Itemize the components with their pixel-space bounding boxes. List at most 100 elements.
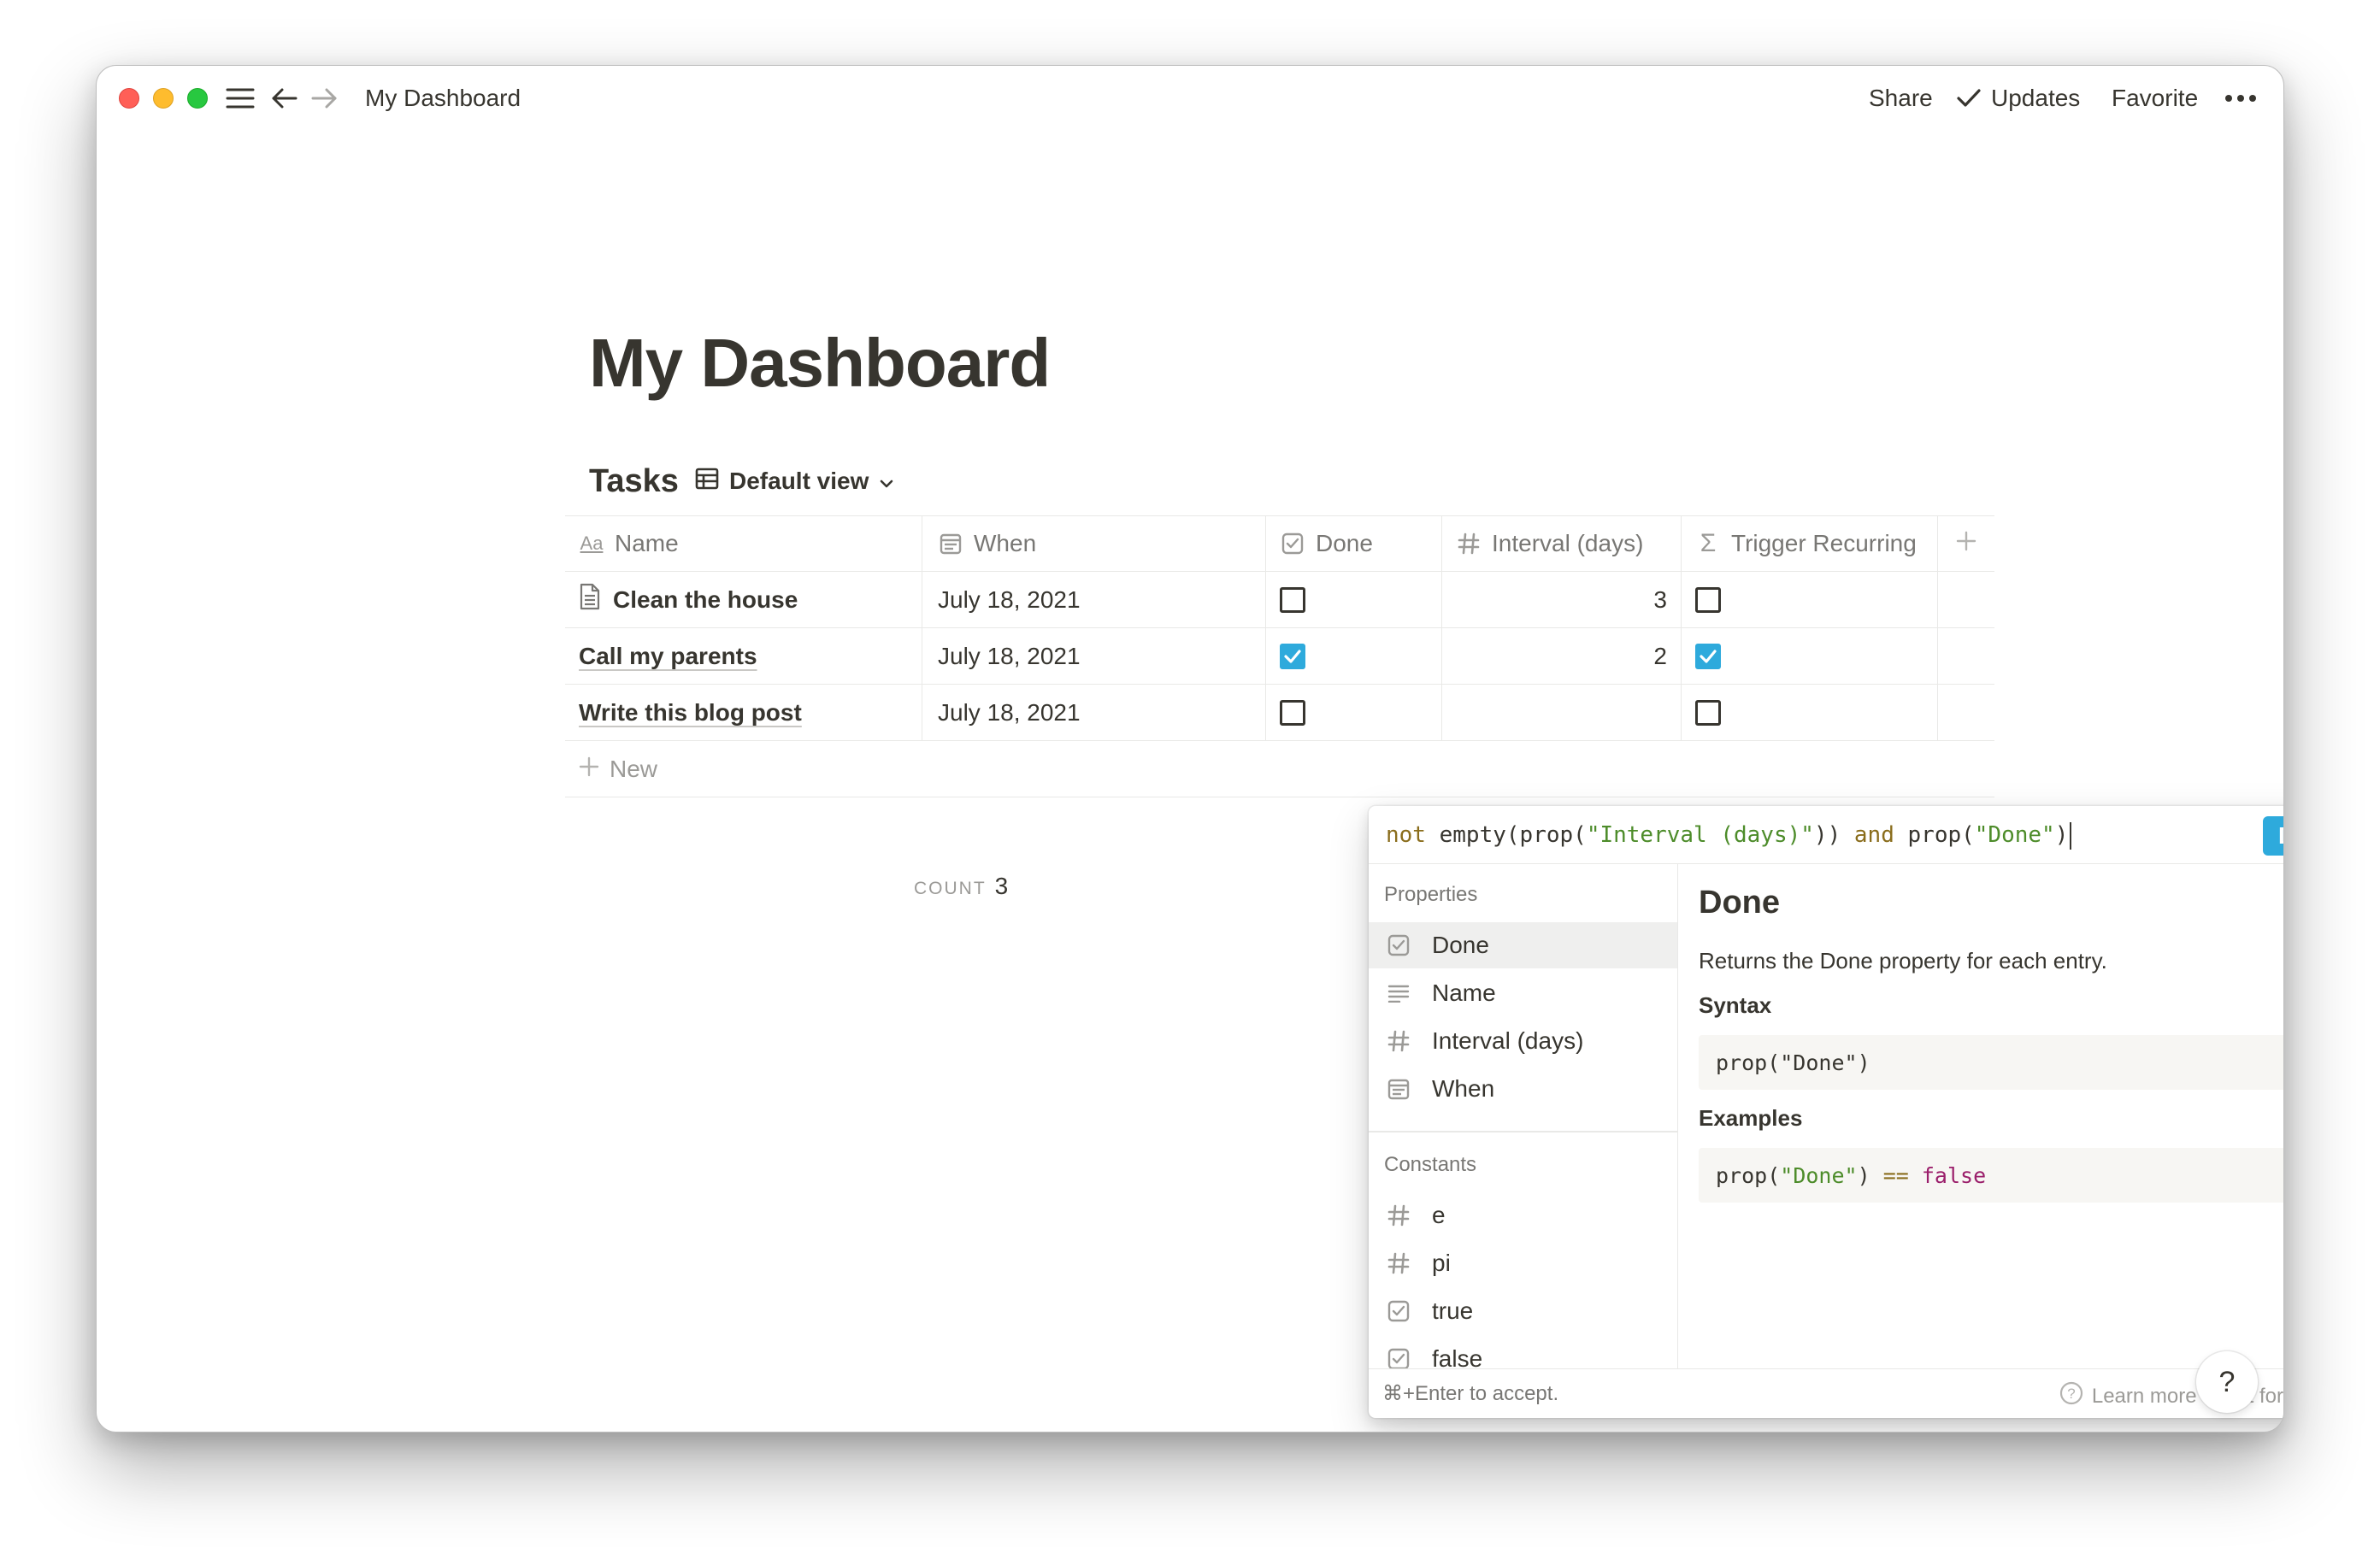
syntax-code: prop("Done"): [1699, 1035, 2283, 1090]
plus-icon: [579, 756, 599, 783]
minimize-window-button[interactable]: [153, 88, 174, 109]
column-header-when[interactable]: When: [922, 516, 1266, 571]
detail-title: Done: [1699, 885, 1780, 921]
table-header-row: Aa Name When Done Interval (days) Σ Trig…: [565, 515, 1994, 572]
property-item-done[interactable]: Done: [1369, 922, 1677, 968]
hash-icon: [1386, 1203, 1411, 1228]
svg-text:?: ?: [2067, 1385, 2075, 1402]
interval-cell[interactable]: 3: [1442, 572, 1682, 627]
column-header-trigger[interactable]: Σ Trigger Recurring: [1682, 516, 1938, 571]
column-header-interval[interactable]: Interval (days): [1442, 516, 1682, 571]
column-header-done[interactable]: Done: [1266, 516, 1442, 571]
property-item-when[interactable]: When: [1369, 1066, 1677, 1112]
more-options-icon[interactable]: [2224, 81, 2258, 115]
checkmark-icon: [1952, 81, 1986, 115]
text-lines-icon: [1386, 980, 1411, 1006]
formula-reference-list: Properties Done Name Interval (days) Whe…: [1369, 864, 1678, 1368]
hash-icon: [1386, 1250, 1411, 1276]
constant-item-e[interactable]: e: [1369, 1192, 1677, 1238]
name-cell[interactable]: Write this blog post: [565, 685, 922, 740]
help-button[interactable]: ?: [2196, 1351, 2258, 1413]
calendar-icon: [938, 531, 963, 556]
view-selector-button[interactable]: Default view: [695, 459, 894, 503]
name-cell[interactable]: Clean the house: [565, 572, 922, 627]
done-checkbox[interactable]: [1280, 586, 1305, 613]
when-cell[interactable]: July 18, 2021: [922, 572, 1266, 627]
trigger-checkbox: [1695, 699, 1721, 726]
share-button[interactable]: Share: [1869, 83, 1933, 114]
title-bar: My Dashboard Share Updates Favorite: [97, 66, 2283, 131]
database-title[interactable]: Tasks: [589, 456, 679, 507]
tasks-table: Aa Name When Done Interval (days) Σ Trig…: [565, 515, 1994, 797]
formula-detail-panel: Done Returns the Done property for each …: [1699, 864, 2283, 1368]
constants-section-label: Constants: [1384, 1153, 1477, 1176]
favorite-button[interactable]: Favorite: [2112, 83, 2198, 114]
property-item-name[interactable]: Name: [1369, 970, 1677, 1016]
interval-cell[interactable]: [1442, 685, 1682, 740]
add-column-button[interactable]: [1938, 516, 1994, 571]
sidebar-toggle-icon[interactable]: [223, 81, 257, 115]
when-cell[interactable]: July 18, 2021: [922, 685, 1266, 740]
accept-hint: ⌘+Enter to accept.: [1382, 1382, 1559, 1405]
table-icon: [695, 468, 719, 496]
sigma-icon: Σ: [1700, 529, 1717, 557]
checkbox-icon: [1386, 1346, 1411, 1368]
chevron-down-icon: [879, 468, 894, 495]
trigger-cell: [1682, 685, 1938, 740]
properties-section-label: Properties: [1384, 883, 1478, 906]
when-cell[interactable]: July 18, 2021: [922, 628, 1266, 684]
interval-cell[interactable]: 2: [1442, 628, 1682, 684]
column-header-name[interactable]: Aa Name: [565, 516, 922, 571]
app-window: My Dashboard Share Updates Favorite My D…: [96, 65, 2284, 1433]
syntax-heading: Syntax: [1699, 992, 1772, 1018]
done-cell: [1266, 572, 1442, 627]
plus-icon: [1956, 530, 1976, 557]
section-divider: [1369, 1131, 1677, 1132]
checkbox-icon: [1280, 531, 1305, 556]
constant-item-false[interactable]: false: [1369, 1336, 1677, 1368]
close-window-button[interactable]: [119, 88, 139, 109]
detail-description: Returns the Done property for each entry…: [1699, 948, 2107, 974]
text-aa-icon: Aa: [580, 532, 604, 554]
constant-item-pi[interactable]: pi: [1369, 1240, 1677, 1286]
done-checkbox[interactable]: [1280, 699, 1305, 726]
formula-input[interactable]: not empty(prop("Interval (days)")) and p…: [1369, 806, 2283, 864]
done-cell: [1266, 685, 1442, 740]
table-row[interactable]: Clean the house July 18, 2021 3: [565, 572, 1994, 628]
breadcrumb[interactable]: My Dashboard: [365, 83, 521, 114]
count-value: 3: [994, 873, 1009, 899]
formula-done-button[interactable]: Done: [2263, 816, 2283, 856]
trigger-cell: [1682, 628, 1938, 684]
new-row-label: New: [610, 755, 658, 782]
formula-text[interactable]: not empty(prop("Interval (days)")) and p…: [1386, 820, 2072, 850]
view-label: Default view: [729, 468, 869, 494]
table-row[interactable]: Write this blog post July 18, 2021: [565, 685, 1994, 741]
updates-button[interactable]: Updates: [1991, 83, 2080, 114]
hash-icon: [1386, 1028, 1411, 1054]
count-calculation[interactable]: COUNT 3: [914, 873, 1008, 900]
back-arrow-icon[interactable]: [268, 81, 302, 115]
name-cell[interactable]: Call my parents: [565, 628, 922, 684]
question-circle-icon: ?: [2059, 1381, 2083, 1411]
table-row[interactable]: Call my parents July 18, 2021 2: [565, 628, 1994, 685]
done-cell: [1266, 628, 1442, 684]
checkbox-icon: [1386, 932, 1411, 958]
example-code: prop("Done") == false: [1699, 1148, 2283, 1203]
hash-icon: [1456, 531, 1482, 556]
done-checkbox[interactable]: [1280, 643, 1305, 669]
trigger-cell: [1682, 572, 1938, 627]
constant-item-true[interactable]: true: [1369, 1288, 1677, 1334]
calendar-icon: [1386, 1076, 1411, 1102]
formula-editor-popup: not empty(prop("Interval (days)")) and p…: [1369, 806, 2283, 1418]
checkbox-icon: [1386, 1298, 1411, 1324]
property-item-interval[interactable]: Interval (days): [1369, 1018, 1677, 1064]
page-title[interactable]: My Dashboard: [589, 321, 1051, 406]
zoom-window-button[interactable]: [187, 88, 208, 109]
new-row-button[interactable]: New: [565, 741, 1994, 797]
page-document-icon: [579, 583, 601, 616]
formula-footer: ⌘+Enter to accept. ? Learn more about fo…: [1369, 1368, 2283, 1418]
trigger-checkbox: [1695, 643, 1721, 669]
forward-arrow-icon[interactable]: [307, 81, 341, 115]
count-label: COUNT: [914, 879, 987, 898]
examples-heading: Examples: [1699, 1105, 1803, 1131]
